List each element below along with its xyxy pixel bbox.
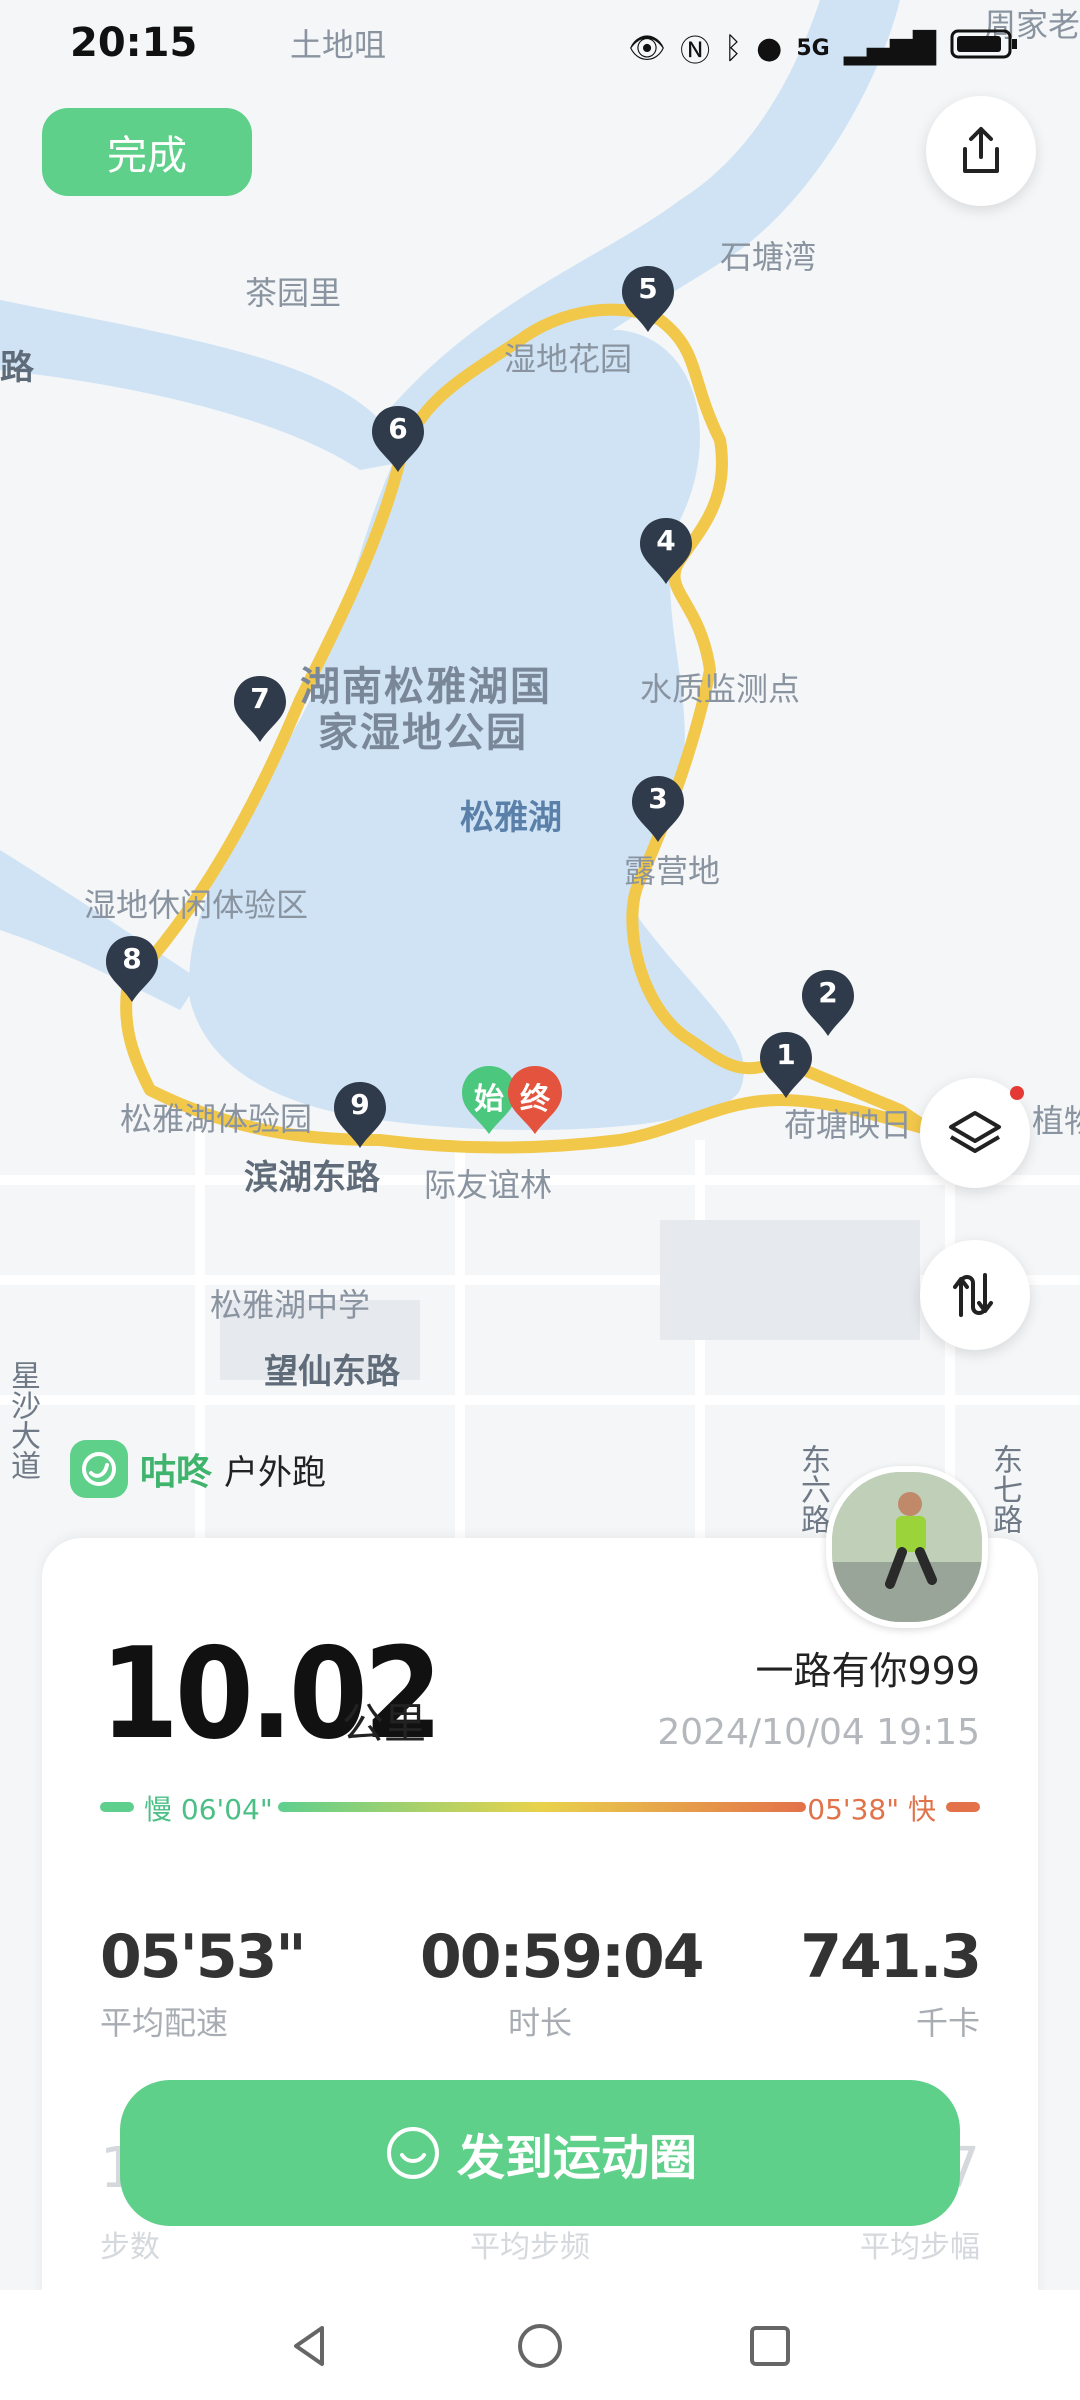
km-marker-number: 2 — [818, 976, 838, 1009]
map-label: 松雅湖体验园 — [120, 1100, 313, 1138]
stat-duration: 00:59:04 时长 — [420, 1922, 704, 2044]
stat-label: 平均配速 — [100, 2004, 229, 2042]
km-marker-number: 1 — [776, 1038, 796, 1071]
km-marker-number: 9 — [350, 1088, 370, 1121]
codoon-logo — [70, 1440, 128, 1498]
network-label: 5G — [796, 35, 830, 61]
activity-datetime: 2024/10/04 19:15 — [657, 1712, 980, 1753]
back-icon — [294, 2326, 324, 2366]
map-label: 湿地花园 — [504, 340, 633, 378]
stat-value: 00:59:04 — [420, 1922, 704, 1992]
stat-value: 741.3 — [800, 1922, 982, 1992]
signal-icon: ▂▄▆█ — [843, 30, 936, 66]
km-marker[interactable]: 6 — [370, 404, 426, 474]
stat-stride-label: 平均步幅 — [860, 2230, 980, 2265]
map-label: 茶园里 — [245, 274, 342, 312]
route-toggle-button[interactable] — [920, 1240, 1030, 1350]
km-marker[interactable]: 2 — [800, 968, 856, 1038]
map-label: 湿地休闲体验区 — [84, 886, 309, 924]
km-marker[interactable]: 1 — [758, 1030, 814, 1100]
km-marker-number: 7 — [250, 682, 270, 715]
map-label: 松雅湖中学 — [210, 1286, 371, 1324]
stat-steps-label: 步数 — [100, 2230, 160, 2265]
stat-label: 时长 — [507, 2004, 572, 2042]
map-label: 石塘湾 — [720, 238, 817, 276]
nfc-icon: Ⓝ — [680, 34, 711, 69]
home-nav-button[interactable] — [512, 2318, 568, 2378]
km-marker[interactable]: 8 — [104, 934, 160, 1004]
stat-cadence-label: 平均步频 — [470, 2230, 590, 2265]
done-button[interactable]: 完成 — [42, 108, 252, 196]
home-icon — [518, 2324, 562, 2368]
share-icon — [963, 127, 999, 173]
km-marker-number: 6 — [388, 412, 408, 445]
location-icon: ● — [756, 30, 783, 66]
recents-icon — [750, 2326, 790, 2366]
end-marker[interactable]: 终 — [506, 1064, 564, 1136]
post-to-feed-button[interactable]: 发到运动圈 — [120, 2080, 960, 2226]
activity-type: 户外跑 — [224, 1452, 327, 1493]
km-marker[interactable]: 5 — [620, 264, 676, 334]
status-icons: 👁 Ⓝ ᛒ ● 5G ▂▄▆█ — [628, 26, 1020, 70]
eye-icon: 👁 — [628, 30, 667, 66]
road-label: 滨湖东路 — [244, 1158, 380, 1198]
map-label: 荷塘映日 — [784, 1106, 913, 1144]
park-name-line2: 家湿地公园 — [318, 710, 528, 756]
post-to-feed-label: 发到运动圈 — [456, 2130, 697, 2186]
km-marker-number: 3 — [648, 782, 668, 815]
brand-name: 咕咚 — [140, 1452, 213, 1493]
road-label: 东六路 — [795, 1444, 830, 1534]
stat-avg-pace: 05'53" 平均配速 — [100, 1922, 307, 2044]
km-marker[interactable]: 7 — [232, 674, 288, 744]
km-marker[interactable]: 3 — [630, 774, 686, 844]
road-label: 望仙东路 — [264, 1352, 400, 1392]
road-label: 路 — [0, 348, 34, 388]
layers-icon — [949, 1111, 1001, 1153]
km-marker-number: 8 — [122, 942, 142, 975]
pace-fast-label: 05'38" 快 — [807, 1793, 936, 1826]
back-nav-button[interactable] — [282, 2318, 338, 2378]
end-marker-label: 终 — [520, 1082, 550, 1117]
notification-dot — [1010, 1086, 1024, 1100]
status-time: 20:15 — [70, 20, 198, 66]
road-label: 东七路 — [987, 1444, 1022, 1534]
pace-slow-label: 慢 06'04" — [144, 1793, 273, 1826]
map-label: 植物 — [1032, 1102, 1080, 1140]
recents-nav-button[interactable] — [742, 2318, 798, 2378]
avatar[interactable] — [826, 1466, 988, 1628]
map-label: 土地咀 — [290, 26, 387, 64]
chat-smile-icon — [386, 2127, 439, 2179]
battery-icon — [950, 27, 1020, 69]
map-label: 露营地 — [624, 852, 721, 890]
map-label: 水质监测点 — [640, 670, 801, 708]
share-button[interactable] — [926, 96, 1036, 206]
map-label: 际友谊林 — [424, 1166, 553, 1204]
distance-unit: 公里 — [342, 1699, 427, 1748]
stat-calories: 741.3 千卡 — [800, 1922, 982, 2044]
stat-label: 千卡 — [915, 2004, 980, 2042]
map-layers-button[interactable] — [920, 1078, 1030, 1188]
km-marker-number: 5 — [638, 272, 658, 305]
brand-tag: 咕咚 户外跑 — [70, 1440, 326, 1498]
stat-value: 05'53" — [100, 1922, 307, 1992]
km-marker-number: 4 — [656, 524, 676, 557]
km-marker[interactable]: 9 — [332, 1080, 388, 1150]
km-marker[interactable]: 4 — [638, 516, 694, 586]
road-label: 星沙大道 — [5, 1360, 40, 1480]
lake-label: 松雅湖 — [460, 798, 562, 838]
pace-legend: 慢 06'04" 05'38" 快 — [100, 1784, 980, 1828]
username: 一路有你999 — [755, 1649, 980, 1693]
bluetooth-icon: ᛒ — [724, 30, 743, 66]
route-icon — [953, 1273, 993, 1317]
